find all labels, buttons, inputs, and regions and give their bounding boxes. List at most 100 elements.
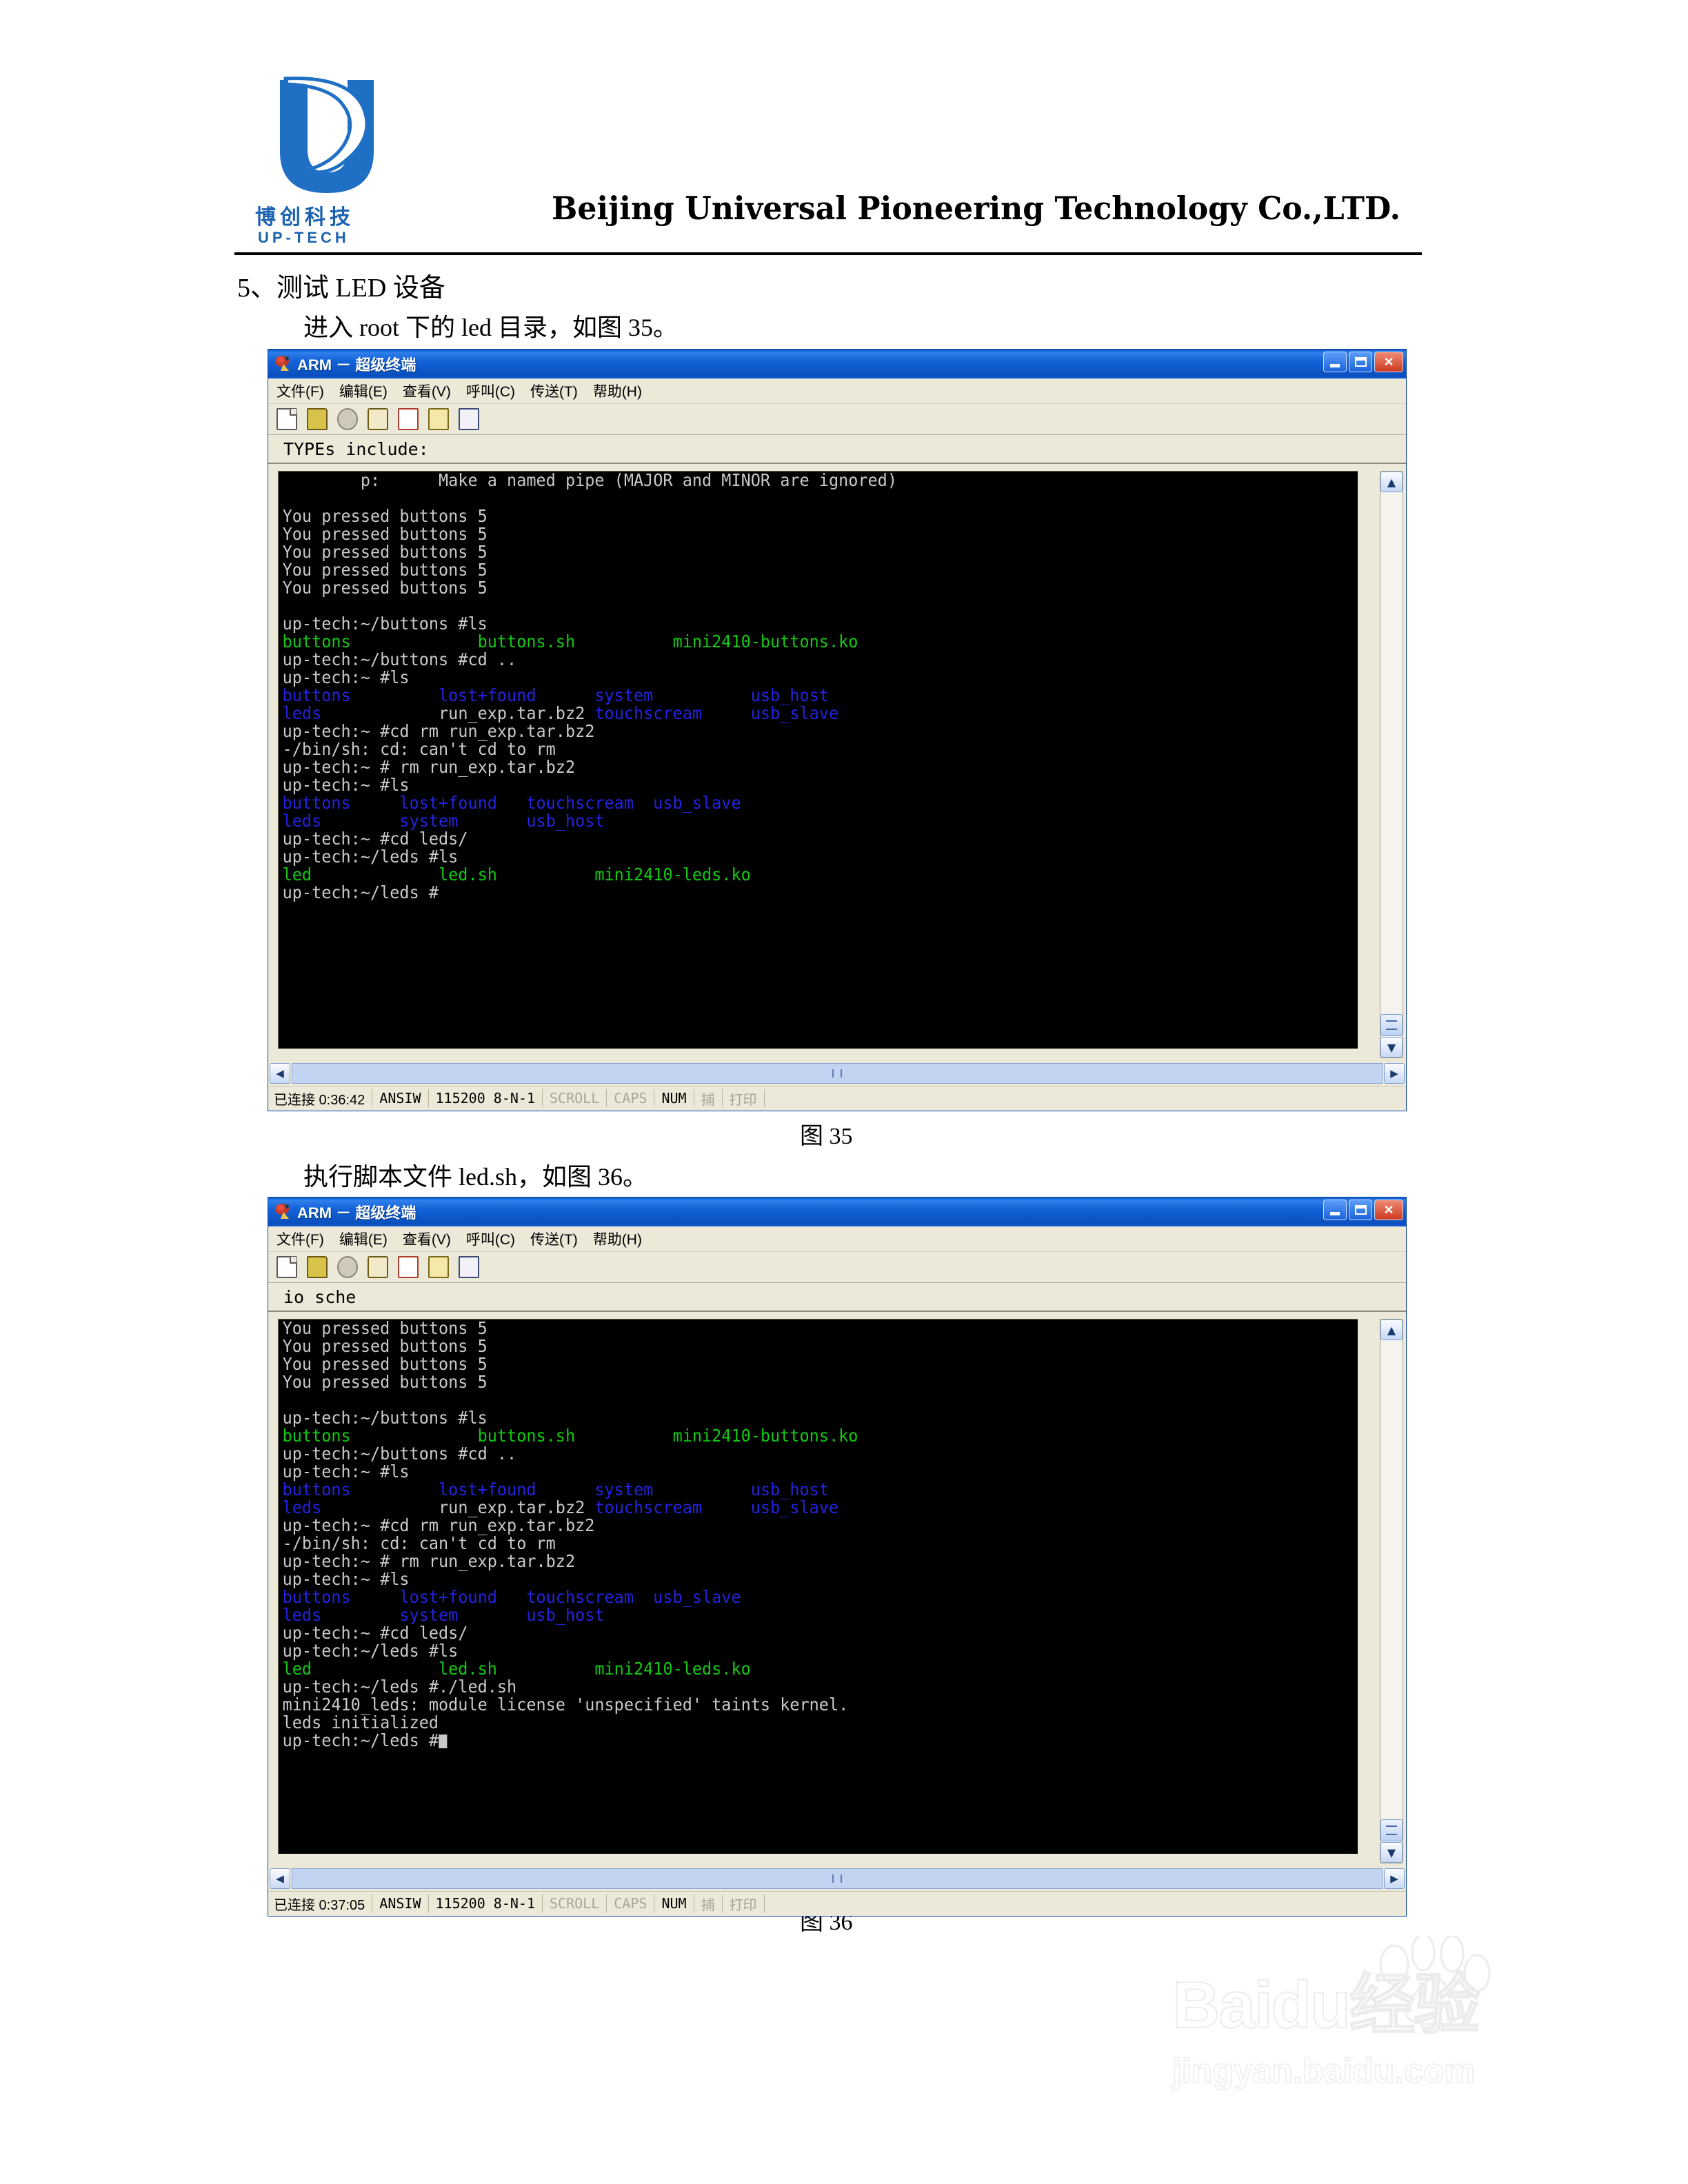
terminal-line: buttons lost+found system usb_host — [279, 687, 1293, 705]
open-folder-icon[interactable] — [307, 1256, 328, 1278]
thumb-grip-icon — [1386, 1020, 1397, 1030]
terminal-line: up-tech:~/leds # — [279, 884, 1293, 902]
menu-item-call[interactable]: 呼叫(C) — [466, 381, 515, 401]
window-titlebar[interactable]: ARM － 超级终端 ✕ — [268, 350, 1406, 378]
maximize-icon — [1354, 357, 1367, 367]
terminal-line: up-tech:~ #ls — [279, 669, 1293, 687]
minimize-button[interactable] — [1323, 1200, 1347, 1220]
terminal-text-segment: up-tech:~ #cd leds/ — [282, 1623, 468, 1643]
window-titlebar[interactable]: ARM － 超级终端 ✕ — [268, 1197, 1406, 1226]
status-print: 打印 — [723, 1894, 765, 1913]
call-icon[interactable] — [368, 408, 388, 430]
menu-item-view[interactable]: 查看(V) — [403, 381, 451, 401]
new-document-icon[interactable] — [277, 408, 297, 430]
terminal-vertical-scrollbar[interactable]: ▲ ▼ — [1380, 471, 1403, 1058]
terminal-text-segment: up-tech:~/leds #ls — [282, 1641, 459, 1661]
terminal-text-segment: up-tech:~ #ls — [282, 1462, 410, 1482]
terminal-line: You pressed buttons 5 — [279, 1373, 1293, 1391]
status-baud: 115200 8-N-1 — [429, 1089, 543, 1107]
new-document-icon[interactable] — [277, 1256, 297, 1278]
hscrollbar-track[interactable] — [292, 1868, 1383, 1889]
receive-file-icon[interactable] — [428, 408, 449, 430]
scroll-left-button[interactable]: ◀ — [270, 1868, 290, 1889]
toolbar[interactable] — [268, 404, 1406, 435]
menu-item-view[interactable]: 查看(V) — [403, 1228, 451, 1249]
maximize-icon — [1354, 1205, 1367, 1215]
close-button[interactable]: ✕ — [1374, 1200, 1403, 1220]
status-emulation: ANSIW — [372, 1894, 429, 1912]
properties-icon[interactable] — [459, 408, 479, 430]
window-title-text: ARM － 超级终端 — [297, 1204, 416, 1222]
maximize-button[interactable] — [1349, 1200, 1372, 1220]
hyperterminal-window-2[interactable]: ARM － 超级终端 ✕ 文件(F) 编辑(E) 查看(V) 呼叫(C) 传送(… — [268, 1197, 1407, 1917]
menu-bar[interactable]: 文件(F) 编辑(E) 查看(V) 呼叫(C) 传送(T) 帮助(H) — [268, 1226, 1406, 1252]
window-controls[interactable]: ✕ — [1323, 1200, 1403, 1220]
terminal-screen[interactable]: You pressed buttons 5 You pressed buttons… — [278, 1319, 1358, 1854]
close-button[interactable]: ✕ — [1374, 352, 1403, 372]
minimize-button[interactable] — [1323, 352, 1347, 372]
status-print: 打印 — [723, 1089, 765, 1108]
menu-item-call[interactable]: 呼叫(C) — [466, 1228, 515, 1249]
menu-item-help[interactable]: 帮助(H) — [593, 1228, 642, 1249]
terminal-text-segment: buttons lost+found touchscream usb_slave — [282, 793, 741, 813]
terminal-line: buttons lost+found touchscream usb_slave — [279, 1588, 1293, 1606]
terminal-line: -/bin/sh: cd: can't cd to rm — [279, 740, 1293, 758]
terminal-screen[interactable]: p: Make a named pipe (MAJOR and MINOR ar… — [278, 471, 1358, 1049]
terminal-line: up-tech:~ #cd rm run_exp.tar.bz2 — [279, 1517, 1293, 1535]
scroll-left-button[interactable]: ◀ — [270, 1063, 290, 1084]
receive-file-icon[interactable] — [428, 1256, 449, 1278]
scrollbar-thumb[interactable] — [1380, 1014, 1403, 1036]
terminal-text-segment: run_exp.tar.bz2 — [439, 1497, 595, 1517]
status-baud: 115200 8-N-1 — [429, 1894, 543, 1912]
hyperterminal-window-1[interactable]: ARM － 超级终端 ✕ 文件(F) 编辑(E) 查看(V) 呼叫(C) 传送(… — [268, 349, 1407, 1111]
properties-icon[interactable] — [459, 1256, 479, 1278]
terminal-text-segment: up-tech:~/leds # — [282, 1730, 439, 1750]
terminal-line: up-tech:~/buttons #cd .. — [279, 651, 1293, 669]
menu-item-file[interactable]: 文件(F) — [277, 1228, 324, 1249]
hscrollbar-track[interactable] — [292, 1063, 1383, 1084]
disconnect-icon[interactable] — [337, 408, 358, 430]
terminal-info-text: io sche — [283, 1286, 356, 1307]
menu-item-help[interactable]: 帮助(H) — [593, 381, 642, 401]
menu-item-transfer[interactable]: 传送(T) — [530, 381, 578, 401]
terminal-line: leds run_exp.tar.bz2 touchscream usb_sla… — [279, 1499, 1293, 1517]
scroll-right-button[interactable]: ▶ — [1384, 1868, 1405, 1889]
terminal-text-segment: touchscream usb_slave — [594, 703, 839, 723]
scroll-up-button[interactable]: ▲ — [1380, 472, 1403, 492]
send-file-icon[interactable] — [398, 1256, 419, 1278]
menu-item-file[interactable]: 文件(F) — [277, 381, 324, 401]
terminal-line: mini2410_leds: module license 'unspecifi… — [279, 1696, 1293, 1714]
up-tech-logo-mark — [280, 77, 374, 193]
scroll-down-button[interactable]: ▼ — [1380, 1842, 1403, 1863]
send-file-icon[interactable] — [398, 408, 419, 430]
disconnect-icon[interactable] — [337, 1256, 358, 1278]
terminal-horizontal-scrollbar[interactable]: ◀ ▶ — [268, 1866, 1406, 1891]
terminal-line: leds system usb_host — [279, 812, 1293, 830]
scrollbar-thumb[interactable] — [1380, 1819, 1403, 1841]
terminal-text-segment: led led.sh mini2410-leds.ko — [282, 1659, 751, 1679]
menu-item-edit[interactable]: 编辑(E) — [339, 381, 388, 401]
scroll-up-button[interactable]: ▲ — [1380, 1320, 1403, 1340]
status-capture: 捕 — [694, 1894, 723, 1913]
window-controls[interactable]: ✕ — [1323, 352, 1403, 372]
scroll-right-button[interactable]: ▶ — [1384, 1063, 1405, 1084]
call-icon[interactable] — [368, 1256, 388, 1278]
terminal-line: You pressed buttons 5 — [279, 1355, 1293, 1373]
menu-bar[interactable]: 文件(F) 编辑(E) 查看(V) 呼叫(C) 传送(T) 帮助(H) — [268, 378, 1406, 404]
menu-item-transfer[interactable]: 传送(T) — [530, 1228, 578, 1249]
maximize-button[interactable] — [1349, 352, 1372, 372]
terminal-line: up-tech:~ #cd leds/ — [279, 1624, 1293, 1642]
terminal-text-segment: up-tech:~ #ls — [282, 775, 410, 795]
terminal-vertical-scrollbar[interactable]: ▲ ▼ — [1380, 1319, 1403, 1863]
terminal-line: You pressed buttons 5 — [279, 561, 1293, 579]
terminal-horizontal-scrollbar[interactable]: ◀ ▶ — [268, 1061, 1406, 1086]
open-folder-icon[interactable] — [307, 408, 328, 430]
terminal-text-segment: You pressed buttons 5 — [282, 542, 488, 562]
close-icon: ✕ — [1383, 1203, 1394, 1217]
menu-item-edit[interactable]: 编辑(E) — [339, 1228, 388, 1249]
terminal-line: buttons buttons.sh mini2410-buttons.ko — [279, 1427, 1293, 1445]
terminal-line: buttons lost+found system usb_host — [279, 1481, 1293, 1499]
scroll-down-button[interactable]: ▼ — [1380, 1037, 1403, 1058]
terminal-line: up-tech:~/buttons #ls — [279, 615, 1293, 633]
toolbar[interactable] — [268, 1252, 1406, 1283]
